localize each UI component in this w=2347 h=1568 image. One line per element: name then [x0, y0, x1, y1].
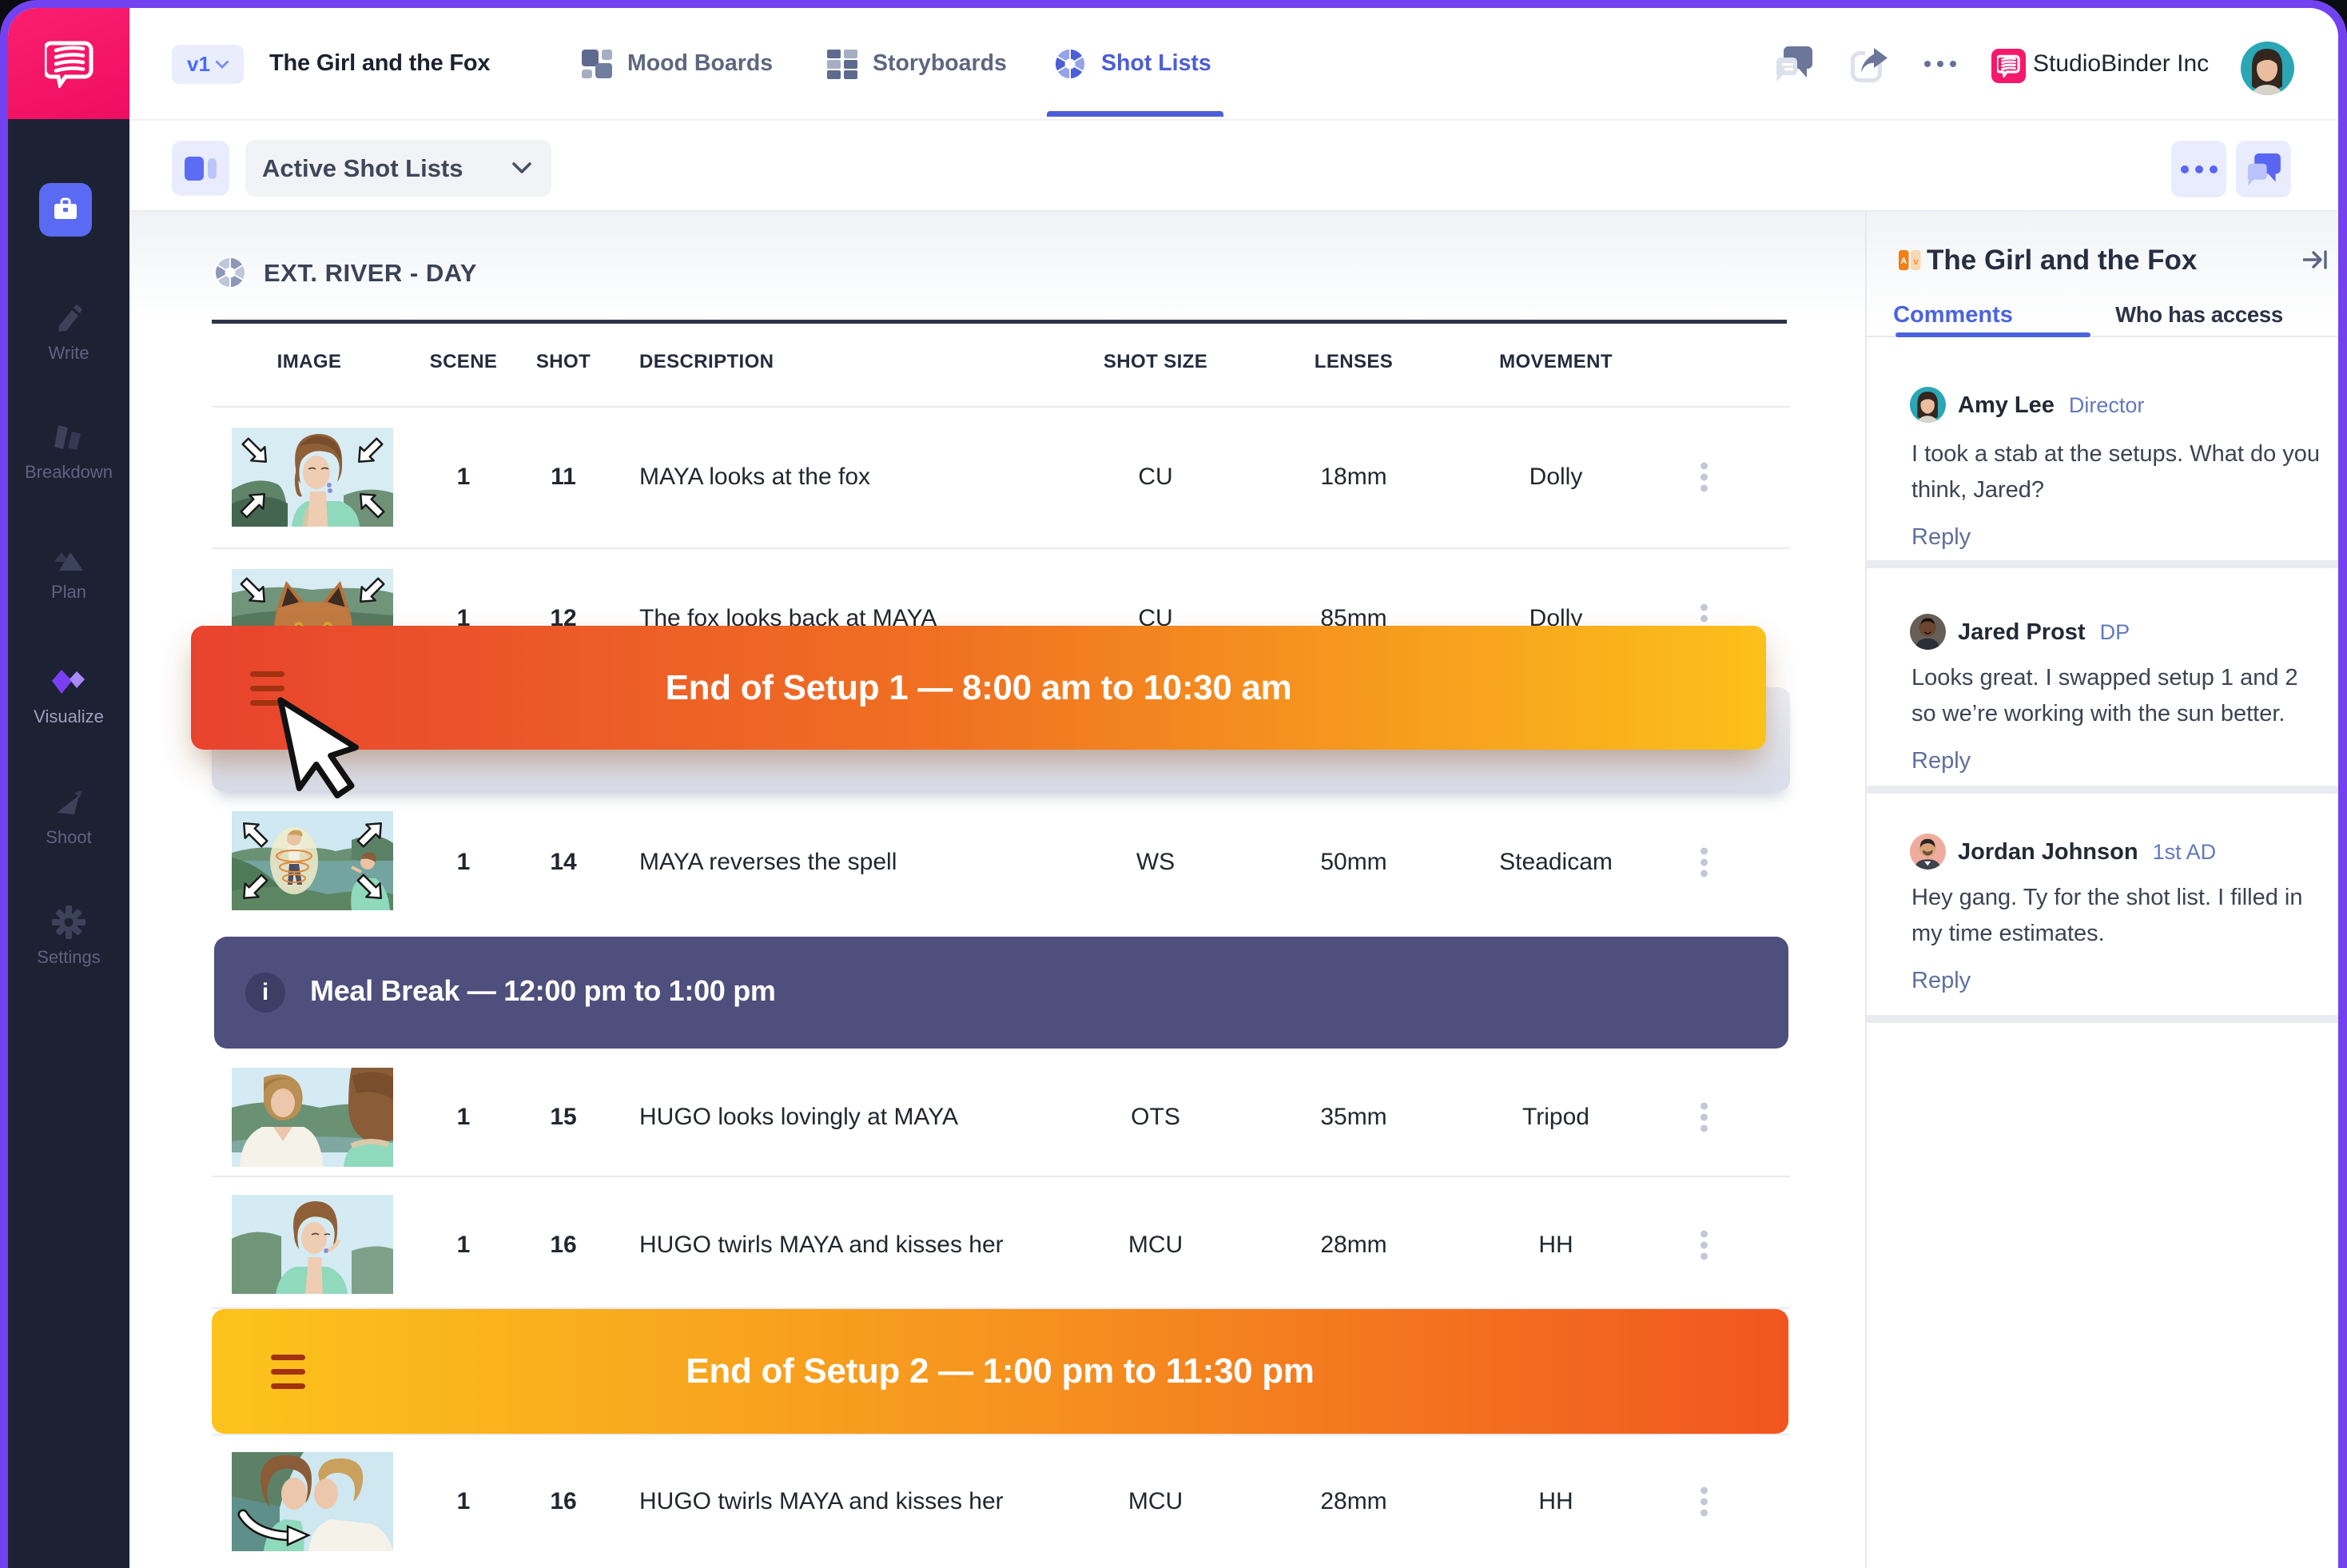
- svg-text:A: A: [1900, 257, 1907, 266]
- svg-text:v: v: [1913, 257, 1919, 267]
